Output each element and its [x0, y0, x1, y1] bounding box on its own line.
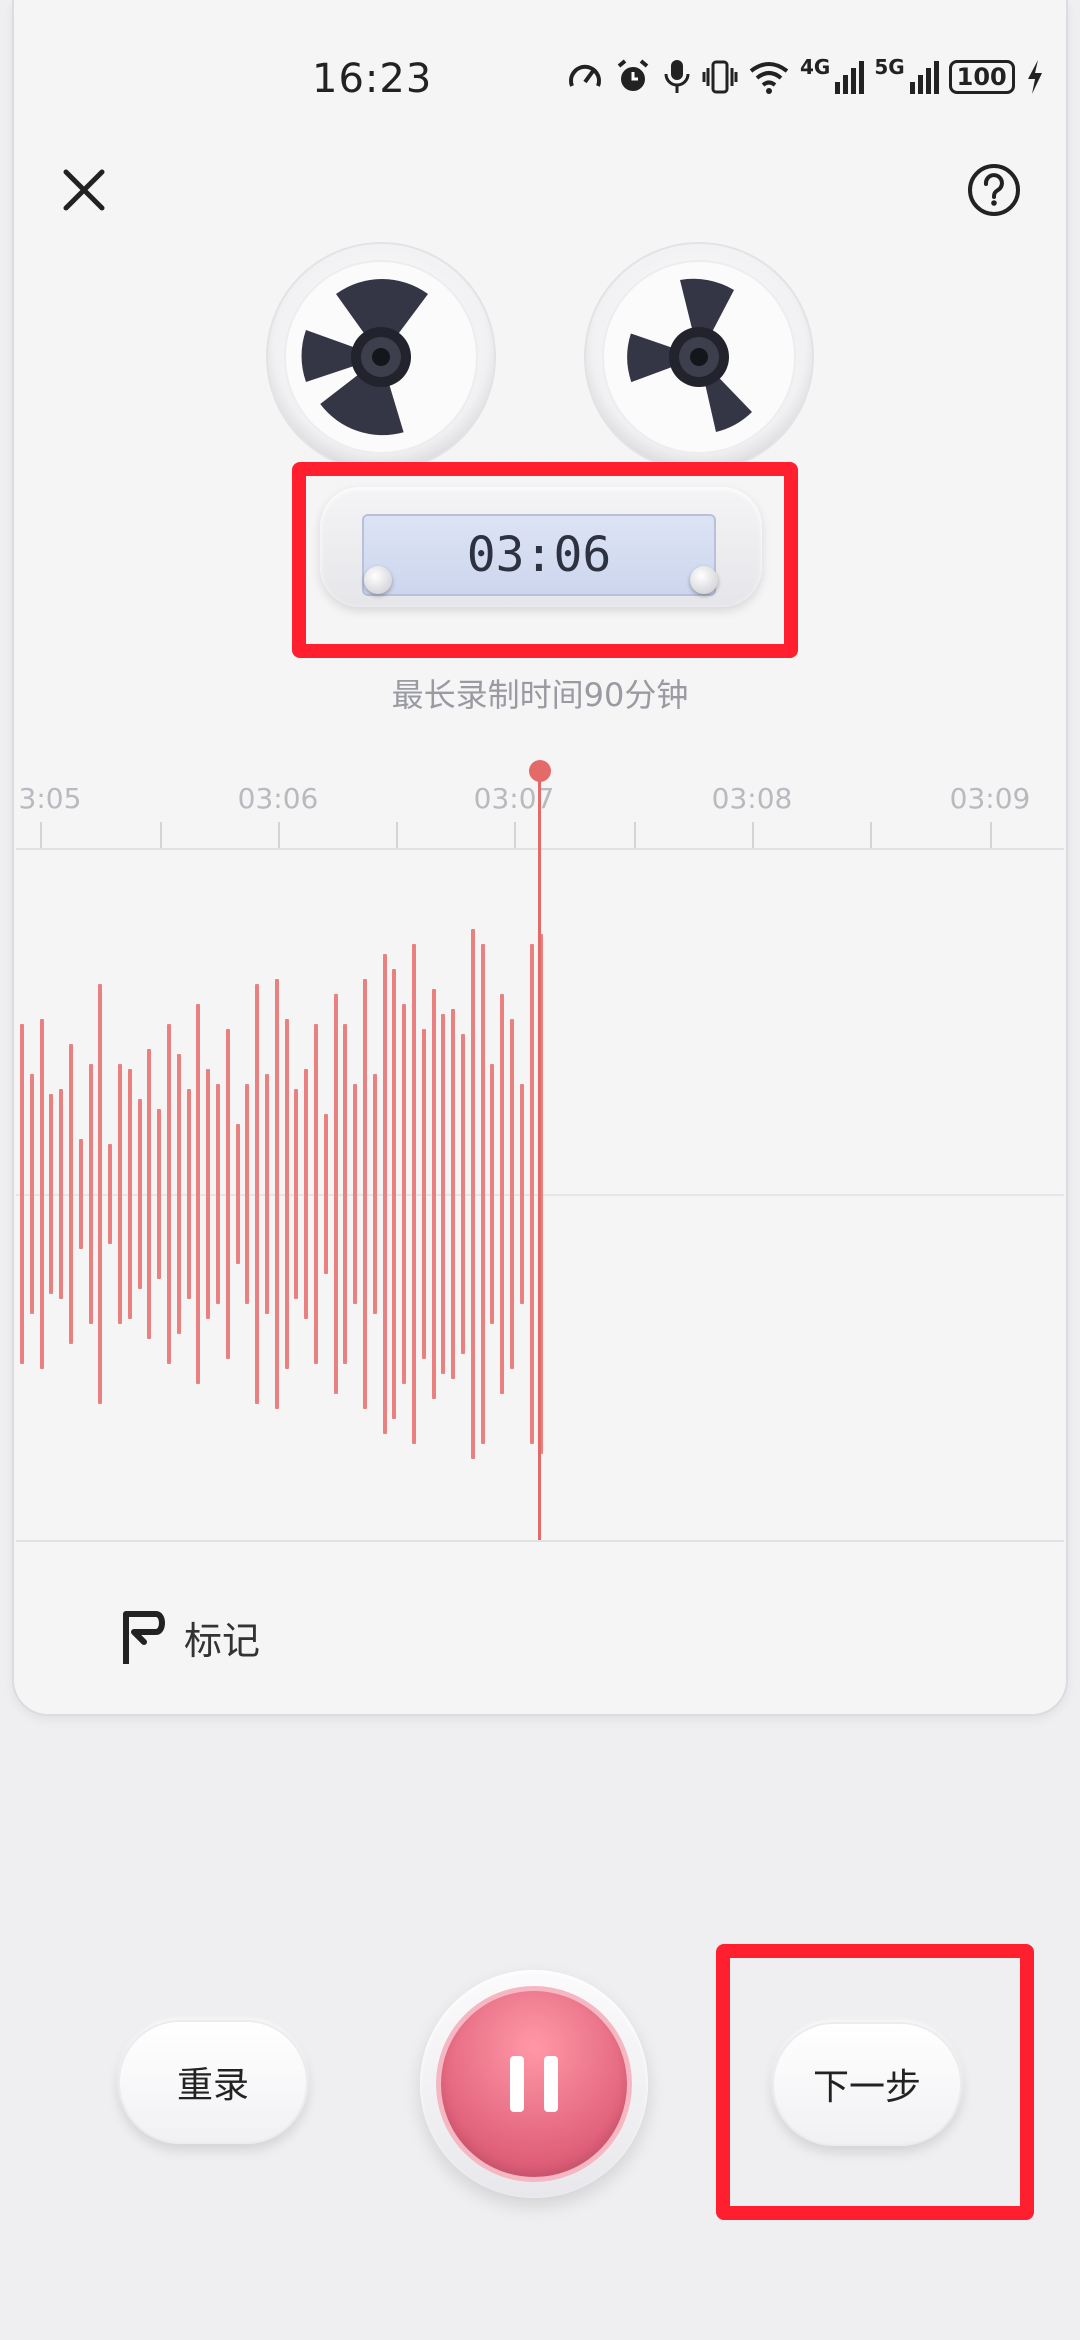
timeline-tick [396, 822, 398, 848]
waveform-bar [529, 944, 534, 1444]
battery-indicator: 100 [948, 60, 1015, 94]
signal-5g-icon [909, 61, 939, 94]
waveform-bar [225, 1029, 230, 1359]
waveform-bar [255, 984, 260, 1404]
timeline-label: 03:08 [711, 782, 793, 815]
speedometer-icon [569, 64, 601, 87]
charging-icon [1027, 60, 1042, 94]
rerecord-button[interactable]: 重录 [118, 2020, 308, 2144]
status-icons: 4G 5G 100 [566, 55, 1045, 96]
waveform-bar [353, 1084, 358, 1304]
waveform-bar [392, 969, 397, 1419]
waveform-bar [470, 929, 475, 1459]
waveform-bar [137, 1099, 142, 1289]
waveform-bar [294, 1089, 299, 1299]
pause-icon-bar [544, 2056, 558, 2112]
waveform-bar [118, 1064, 122, 1324]
tape-reel-left [266, 242, 496, 472]
pause-icon-bar [510, 2056, 524, 2112]
waveform-bar [98, 984, 103, 1404]
waveform-bar [314, 1024, 318, 1364]
signal-4g-icon [835, 61, 865, 94]
timer-highlight-box [292, 462, 798, 658]
waveform-bar [127, 1069, 132, 1319]
waveform-bar [441, 1014, 446, 1374]
waveform-bar [206, 1069, 211, 1319]
waveform-bar [304, 1069, 309, 1319]
waveform-bar [88, 1064, 93, 1324]
waveform-bar [235, 1124, 240, 1264]
waveform-bar [363, 979, 367, 1409]
waveform-bar [412, 944, 416, 1444]
waveform-bar [20, 1024, 24, 1364]
alarm-icon [617, 59, 649, 91]
network-4g-label: 4G [800, 55, 831, 79]
vibrate-icon [702, 60, 738, 94]
waveform-bar [510, 1019, 514, 1369]
timeline-tick [40, 822, 42, 848]
timeline-tick [752, 822, 754, 848]
waveform-bar [265, 1074, 269, 1314]
waveform-bar [49, 1094, 54, 1294]
microphone-icon [664, 60, 690, 93]
timeline-tick [160, 822, 162, 848]
waveform-bar [451, 1009, 456, 1379]
playhead-dot[interactable] [529, 760, 551, 782]
waveform-bar [69, 1044, 73, 1344]
waveform-bar [108, 1144, 113, 1244]
close-icon[interactable] [60, 166, 108, 214]
wifi-icon [749, 62, 789, 94]
timeline-label: 3:05 [18, 782, 82, 815]
waveform-bar [29, 1074, 34, 1314]
waveform-bar [245, 1084, 250, 1304]
waveform-bar [480, 944, 485, 1444]
waveform-bar [147, 1049, 152, 1339]
help-icon[interactable] [966, 162, 1022, 218]
waveform-bar [167, 1024, 171, 1364]
waveform-bar [421, 1029, 426, 1359]
waveform-bar [216, 1084, 220, 1304]
waveform-bar [186, 1089, 191, 1299]
waveform-bar [490, 1064, 495, 1324]
mark-button[interactable]: 标记 [120, 1608, 260, 1666]
waveform-bar [196, 1004, 201, 1384]
waveform-bar [519, 1084, 524, 1304]
waveform-bar [78, 1139, 83, 1249]
timeline-tick [278, 822, 280, 848]
timeline-label: 03:09 [949, 782, 1031, 815]
waveform-bar [333, 994, 338, 1394]
waveform-bar [382, 954, 387, 1434]
timeline-label: 03:07 [473, 782, 555, 815]
waveform-bottom-line [16, 1540, 1064, 1542]
playhead-line [538, 772, 541, 1540]
network-5g-label: 5G [874, 55, 905, 79]
status-time: 16:23 [312, 56, 433, 102]
tape-reel-right [584, 242, 814, 472]
waveform-bar [59, 1089, 64, 1299]
waveform-bar [284, 1019, 289, 1369]
waveform-bar [323, 1114, 328, 1274]
waveform-bar [461, 1034, 465, 1354]
next-step-highlight-box [716, 1944, 1034, 2220]
waveform-bar [343, 1024, 348, 1364]
waveform-bar [500, 994, 505, 1394]
waveform-bar [157, 1109, 162, 1279]
timeline-tick [870, 822, 872, 848]
waveform-bar [372, 1074, 377, 1314]
timeline-label: 03:06 [237, 782, 319, 815]
waveform-bar [39, 1019, 44, 1369]
flag-icon [123, 1611, 165, 1664]
waveform-bar [176, 1054, 181, 1334]
pause-button[interactable] [436, 1986, 632, 2182]
timeline-tick [990, 822, 992, 848]
waveform-bar [402, 1004, 407, 1384]
waveform-bar [274, 979, 279, 1409]
max-recording-note: 最长录制时间90分钟 [391, 676, 689, 714]
timeline-tick [514, 822, 516, 848]
timeline-tick [634, 822, 636, 848]
waveform-bar [431, 989, 436, 1399]
mark-label: 标记 [184, 1618, 261, 1663]
